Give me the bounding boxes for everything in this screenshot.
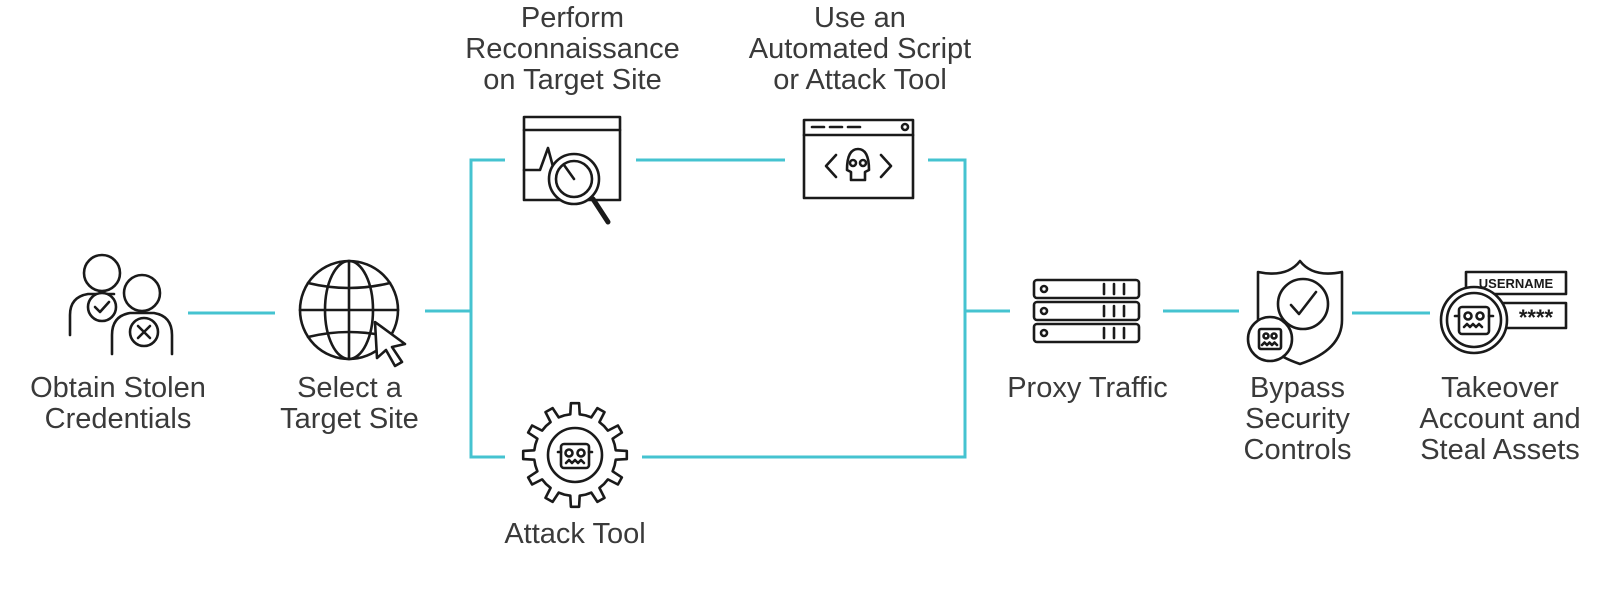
- label-line: Bypass: [1249, 372, 1346, 404]
- label-line: Automated Script: [748, 33, 972, 65]
- label-line: Takeover: [1441, 372, 1559, 404]
- username-label: USERNAME: [1479, 276, 1554, 291]
- browser-code-skull-icon: [802, 118, 915, 200]
- shield-check-bot-icon: [1246, 259, 1344, 366]
- label-perform-reconnaissance: Perform Reconnaissance on Target Site: [450, 3, 695, 96]
- server-stack-icon: [1032, 278, 1141, 344]
- users-check-cross-icon: [68, 253, 174, 356]
- label-line: Attack Tool: [504, 518, 646, 550]
- label-line: or Attack Tool: [773, 64, 947, 96]
- label-bypass-security-controls: Bypass Security Controls: [1215, 373, 1380, 466]
- label-attack-tool: Attack Tool: [470, 519, 680, 550]
- label-line: Account and: [1419, 403, 1581, 435]
- label-line: Credentials: [44, 403, 192, 435]
- label-proxy-traffic: Proxy Traffic: [990, 373, 1185, 404]
- label-line: Steal Assets: [1420, 434, 1580, 466]
- label-line: on Target Site: [483, 64, 662, 96]
- password-mask: ****: [1519, 305, 1554, 330]
- label-line: Reconnaissance: [465, 33, 680, 65]
- label-line: Perform: [520, 2, 625, 34]
- globe-cursor-icon: [298, 259, 407, 368]
- label-takeover-account: Takeover Account and Steal Assets: [1405, 373, 1595, 466]
- connector-script-merge: [642, 158, 967, 459]
- connector-branch-upper: [469, 158, 505, 459]
- label-line: Proxy Traffic: [1007, 372, 1168, 404]
- label-line: Target Site: [280, 403, 419, 435]
- label-obtain-stolen-credentials: Obtain Stolen Credentials: [18, 373, 218, 435]
- label-use-automated-script: Use an Automated Script or Attack Tool: [725, 3, 995, 96]
- label-line: Controls: [1243, 434, 1352, 466]
- gear-bot-icon: [521, 401, 629, 509]
- label-select-target-site: Select a Target Site: [262, 373, 437, 435]
- label-line: Use an: [814, 2, 906, 34]
- label-line: Security: [1245, 403, 1350, 435]
- gear-outline: [521, 401, 629, 509]
- browser-magnifier-icon: [522, 115, 622, 225]
- label-line: Obtain Stolen: [30, 372, 206, 404]
- login-form-bot-icon: USERNAME ****: [1439, 270, 1568, 355]
- label-line: Select a: [297, 372, 402, 404]
